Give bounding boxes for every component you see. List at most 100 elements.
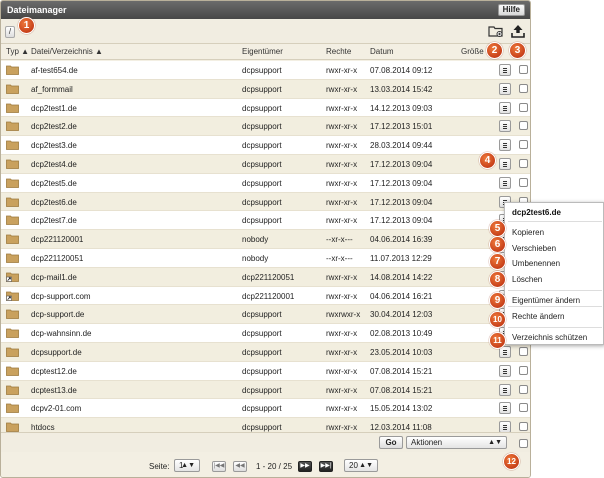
file-name[interactable]: dcp-mail1.de: [31, 273, 77, 282]
row-checkbox[interactable]: [519, 422, 528, 432]
row-checkbox[interactable]: [519, 177, 528, 187]
file-name[interactable]: dcp221120051: [31, 254, 83, 263]
context-menu-item[interactable]: Eigentümer ändern: [512, 296, 580, 305]
file-date: 14.12.2013 09:03: [370, 103, 433, 113]
file-owner: dcpsupport: [242, 423, 282, 433]
table-row[interactable]: dcp2test1.de dcpsupport rwxr-xr-x 14.12.201…: [1, 98, 530, 118]
file-name[interactable]: dcpsupport.de: [31, 348, 82, 357]
file-date: 28.03.2014 09:44: [370, 141, 433, 151]
file-name[interactable]: dcp2test3.de: [31, 141, 77, 150]
table-row[interactable]: af-test654.de dcpsupport rwxr-xr-x 07.08.20…: [1, 61, 530, 80]
page-select[interactable]: 1 ▲▼: [174, 459, 200, 472]
select-all-checkbox[interactable]: [519, 439, 528, 448]
table-row[interactable]: dcp2test6.de dcpsupport rwxr-xr-x 17.12.201…: [1, 192, 530, 212]
row-checkbox[interactable]: [519, 65, 528, 74]
file-name[interactable]: dcp-wahnsinn.de: [31, 329, 91, 338]
row-menu-button[interactable]: [499, 64, 511, 76]
row-menu-button[interactable]: [499, 176, 511, 189]
file-name[interactable]: dcp2test6.de: [31, 198, 77, 207]
row-menu-button[interactable]: [499, 157, 511, 170]
table-row[interactable]: dcp-wahnsinn.de dcpsupport rwxr-xr-x 02.08.…: [1, 324, 530, 343]
prev-page-icon[interactable]: ◀◀: [233, 461, 247, 472]
column-date[interactable]: Datum: [370, 47, 394, 56]
folder-icon: [6, 84, 19, 94]
file-name[interactable]: dcp-support.de: [31, 310, 84, 319]
annotation-badge: 10: [489, 311, 506, 328]
row-checkbox[interactable]: [519, 140, 528, 150]
annotation-badge: 8: [489, 271, 506, 288]
table-row[interactable]: dcptest12.de dcpsupport rwxr-xr-x 07.08.201…: [1, 361, 530, 381]
row-menu-button[interactable]: [499, 402, 511, 415]
row-checkbox[interactable]: [519, 121, 528, 131]
column-name[interactable]: Datei/Verzeichnis ▲: [31, 47, 103, 56]
file-name[interactable]: htdocs: [31, 423, 55, 432]
file-name[interactable]: dcp2test7.de: [31, 216, 77, 225]
go-button[interactable]: Go: [379, 436, 403, 449]
table-row[interactable]: dcp2test2.de dcpsupport rwxr-xr-x 17.12.201…: [1, 117, 530, 137]
file-name[interactable]: af_formmail: [31, 85, 73, 94]
column-type[interactable]: Typ ▲: [6, 47, 29, 56]
folder-icon: [6, 197, 19, 207]
file-name[interactable]: dcptest13.de: [31, 386, 77, 395]
file-name[interactable]: dcp2test2.de: [31, 122, 77, 131]
file-name[interactable]: dcp-support.com: [31, 292, 91, 301]
file-rights: --xr-x---: [326, 253, 353, 263]
row-checkbox[interactable]: [519, 102, 528, 112]
file-rights: rwxr-xr-x: [326, 291, 358, 301]
context-menu-item[interactable]: Rechte ändern: [512, 312, 564, 321]
column-owner[interactable]: Eigentümer: [242, 47, 283, 56]
file-name[interactable]: dcp2test4.de: [31, 160, 77, 169]
context-menu-item[interactable]: Verzeichnis schützen: [512, 333, 587, 342]
select-caret-icon: ▲▼: [359, 462, 373, 469]
actions-bar: Go Aktionen ▲▼: [1, 432, 530, 452]
per-page-value: 20: [349, 461, 358, 470]
column-size[interactable]: Größe: [461, 47, 484, 56]
context-menu-item[interactable]: Löschen: [512, 275, 542, 284]
row-checkbox[interactable]: [519, 83, 528, 93]
row-menu-button[interactable]: [499, 120, 511, 133]
table-row[interactable]: af_formmail dcpsupport rwxr-xr-x 13.03.2014…: [1, 79, 530, 99]
table-row[interactable]: dcpv2-01.com dcpsupport rwxr-xr-x 15.05.201…: [1, 399, 530, 419]
context-menu-item[interactable]: Kopieren: [512, 228, 544, 237]
row-checkbox[interactable]: [519, 403, 528, 413]
upload-icon[interactable]: [510, 24, 526, 38]
table-row[interactable]: dcp-mail1.de dcp221120051 rwxr-xr-x 14.08.2…: [1, 267, 530, 287]
table-row[interactable]: dcp2test3.de dcpsupport rwxr-xr-x 28.03.201…: [1, 136, 530, 155]
row-checkbox[interactable]: [519, 158, 528, 168]
table-row[interactable]: dcptest13.de dcpsupport rwxr-xr-x 07.08.201…: [1, 380, 530, 400]
file-owner: dcpsupport: [242, 329, 282, 339]
row-checkbox[interactable]: [519, 346, 528, 356]
row-menu-button[interactable]: [499, 364, 511, 377]
table-row[interactable]: dcp221120051 nobody --xr-x--- 11.07.2013 12…: [1, 248, 530, 268]
actions-select[interactable]: Aktionen ▲▼: [406, 436, 507, 449]
column-rights[interactable]: Rechte: [326, 47, 351, 56]
table-row[interactable]: dcp-support.com dcp221120001 rwxr-xr-x 04.0…: [1, 286, 530, 306]
file-name[interactable]: af-test654.de: [31, 66, 78, 75]
file-name[interactable]: dcpv2-01.com: [31, 404, 81, 413]
row-menu-button[interactable]: [499, 82, 511, 95]
file-name[interactable]: dcptest12.de: [31, 367, 77, 376]
table-row[interactable]: dcp2test7.de dcpsupport rwxr-xr-x 17.12.201…: [1, 211, 530, 231]
new-folder-icon[interactable]: [488, 24, 504, 38]
next-page-icon[interactable]: ▶▶: [298, 461, 312, 472]
file-name[interactable]: dcp2test1.de: [31, 104, 77, 113]
help-button[interactable]: Hilfe: [497, 4, 525, 16]
file-name[interactable]: dcp2test5.de: [31, 179, 77, 188]
per-page-select[interactable]: 20 ▲▼: [344, 459, 378, 472]
context-menu-item[interactable]: Verschieben: [512, 244, 556, 253]
last-page-icon[interactable]: ▶▶|: [319, 461, 333, 472]
table-row[interactable]: dcp2test4.de dcpsupport rwxr-xr-x 17.12.201…: [1, 154, 530, 174]
table-row[interactable]: dcp221120001 nobody --xr-x--- 04.06.2014 16…: [1, 230, 530, 249]
row-checkbox[interactable]: [519, 365, 528, 375]
row-menu-button[interactable]: [499, 383, 511, 396]
table-row[interactable]: dcp-support.de dcpsupport rwxrwxr-x 30.04.2…: [1, 305, 530, 325]
table-row[interactable]: dcpsupport.de dcpsupport rwxr-xr-x 23.05.20…: [1, 342, 530, 362]
context-menu-item[interactable]: Umbenennen: [512, 259, 560, 268]
first-page-icon[interactable]: |◀◀: [212, 461, 226, 472]
row-checkbox[interactable]: [519, 384, 528, 394]
table-row[interactable]: dcp2test5.de dcpsupport rwxr-xr-x 17.12.201…: [1, 173, 530, 193]
row-menu-button[interactable]: [499, 139, 511, 152]
path-root-button[interactable]: /: [5, 26, 15, 38]
file-name[interactable]: dcp221120001: [31, 235, 83, 244]
row-menu-button[interactable]: [499, 101, 511, 114]
